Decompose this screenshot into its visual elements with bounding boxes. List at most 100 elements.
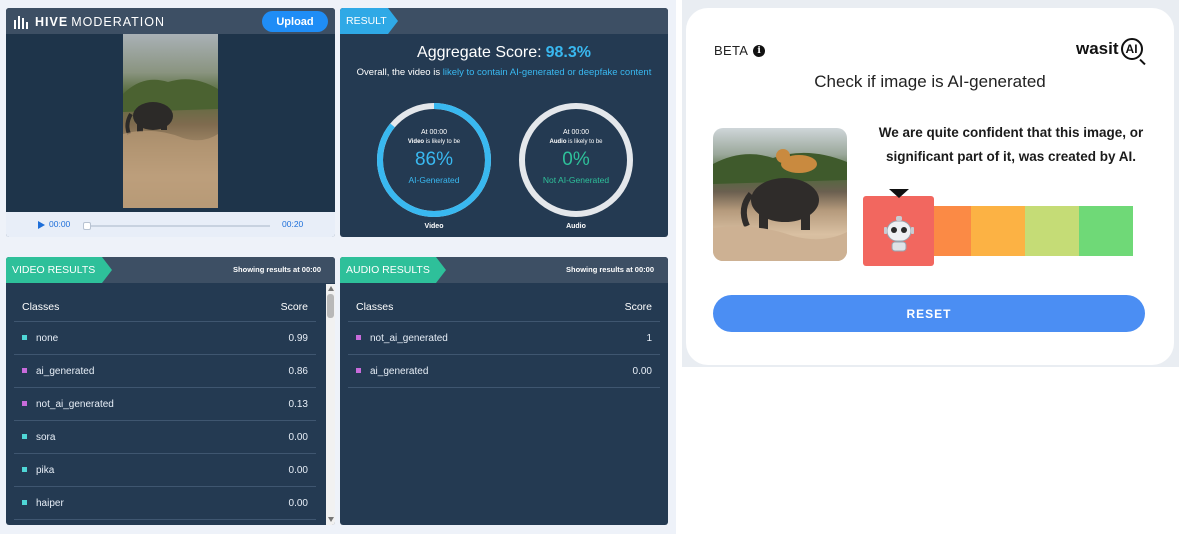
audio-gauge-time: At 00:00 (562, 129, 590, 136)
scale-segment (1079, 206, 1133, 256)
video-gauge-sub-bold: Video (407, 139, 425, 145)
table-header: Classes Score (348, 294, 660, 322)
result-tag: RESULT (340, 8, 398, 34)
header-score: Score (280, 301, 308, 313)
elephant-scene-image (123, 79, 218, 208)
class-score: 0.00 (288, 465, 308, 476)
wasitai-title: Check if image is AI-generated (814, 72, 1046, 91)
class-name: ai_generated (36, 366, 95, 377)
video-gauge-sub-rest: is likely to be (425, 139, 461, 145)
video-gauge-caption: Video (424, 223, 444, 230)
table-row: not_ai_generated 1 (348, 322, 660, 355)
video-gauge-label: AI-Generated (408, 175, 460, 185)
beta-label: BETA i (714, 43, 766, 58)
class-name: not_ai_generated (370, 333, 448, 344)
video-results-table: Classes Score none 0.99 ai_generated 0.86 no… (14, 294, 316, 520)
audio-gauge-caption: Audio (566, 223, 586, 230)
info-icon[interactable]: i (753, 44, 766, 57)
table-row: ai_generated 0.00 (348, 355, 660, 388)
audio-gauge-sub-rest: is likely to be (568, 139, 603, 145)
description-prefix: Overall, the video is (356, 67, 441, 78)
table-row: haiper 0.00 (14, 487, 316, 520)
class-color-marker (22, 401, 27, 406)
audio-results-showing: Showing results at 00:00 (566, 265, 654, 274)
class-name: haiper (36, 498, 64, 509)
hive-moderation-app: HIVE MODERATION Upload 00:00 00:20 RESUL… (0, 0, 676, 534)
class-score: 1 (646, 333, 652, 344)
header-classes: Classes (356, 301, 394, 313)
current-time: 00:00 (49, 219, 71, 229)
screenshot-root: HIVE MODERATION Upload 00:00 00:20 RESUL… (0, 0, 1189, 534)
wasitai-card: BETA i wasit AI Check if image is AI-gen… (686, 8, 1174, 365)
audio-results-table: Classes Score not_ai_generated 1 ai_genera… (348, 294, 660, 388)
table-row: sora 0.00 (14, 421, 316, 454)
description-highlight: likely to contain AI-generated or deepfa… (442, 67, 652, 78)
scroll-thumb[interactable] (327, 294, 334, 318)
duration-time: 00:20 (282, 219, 304, 229)
video-gauge-time: At 00:00 (420, 129, 448, 136)
wasitai-logo: wasit AI (1076, 38, 1143, 60)
aggregate-description: Overall, the video is likely to contain … (350, 66, 658, 80)
audio-gauge-sub-bold: Audio (549, 139, 567, 145)
video-gauge-subtitle: Video is likely to be (375, 139, 493, 145)
class-name: none (36, 333, 59, 344)
audio-gauge-percent: 0% (562, 149, 590, 170)
video-gauge-percent: 86% (414, 149, 454, 170)
seek-handle[interactable] (83, 222, 91, 230)
hive-bars-icon (14, 15, 28, 29)
brand-rest: MODERATION (71, 15, 165, 29)
video-viewport[interactable] (6, 34, 335, 212)
video-results-showing: Showing results at 00:00 (233, 265, 321, 274)
analyzed-image-thumbnail (713, 128, 847, 261)
reset-button[interactable]: RESET (713, 295, 1145, 332)
class-score: 0.13 (288, 399, 308, 410)
class-score: 0.00 (288, 432, 308, 443)
class-color-marker (22, 467, 27, 472)
video-frame-elephant (123, 34, 218, 208)
table-row: not_ai_generated 0.13 (14, 388, 316, 421)
class-color-marker (22, 500, 27, 505)
table-header: Classes Score (14, 294, 316, 322)
result-panel: RESULT Aggregate Score: 98.3% Overall, th… (340, 8, 668, 237)
video-results-tag: VIDEO RESULTS (6, 257, 112, 283)
logo-text: wasit (1076, 39, 1119, 58)
scroll-up-icon[interactable] (328, 286, 334, 291)
class-score: 0.00 (632, 366, 652, 377)
audio-gauge-label: Not AI-Generated (542, 175, 610, 185)
class-color-marker (356, 368, 361, 373)
scroll-down-icon[interactable] (328, 517, 334, 522)
class-color-marker (22, 368, 27, 373)
audio-gauge: At 00:00 Audio is likely to be 0% Not AI… (517, 101, 635, 230)
aggregate-label: Aggregate Score: (417, 44, 542, 61)
class-color-marker (22, 434, 27, 439)
table-row: ai_generated 0.86 (14, 355, 316, 388)
class-color-marker (22, 335, 27, 340)
audio-results-tag: AUDIO RESULTS (340, 257, 446, 283)
robot-icon (884, 216, 914, 252)
seek-bar[interactable] (83, 222, 270, 230)
audio-results-panel: AUDIO RESULTS Showing results at 00:00 C… (340, 257, 668, 525)
class-score: 0.00 (288, 498, 308, 509)
class-name: ai_generated (370, 366, 429, 377)
class-score: 0.99 (288, 333, 308, 344)
beta-text: BETA (714, 43, 749, 58)
elephant-tiger-image (713, 149, 847, 261)
play-icon[interactable] (38, 221, 45, 229)
scale-segment (971, 206, 1025, 256)
aggregate-value: 98.3% (545, 44, 591, 61)
video-controls: 00:00 00:20 (6, 212, 335, 237)
class-name: sora (36, 432, 56, 443)
logo-ai-magnifier-icon: AI (1120, 38, 1143, 60)
class-score: 0.86 (288, 366, 308, 377)
confidence-message: We are quite confident that this image, … (878, 125, 1144, 164)
video-results-panel: VIDEO RESULTS Showing results at 00:00 C… (6, 257, 335, 525)
class-name: pika (36, 465, 55, 476)
table-row: none 0.99 (14, 322, 316, 355)
upload-button[interactable]: Upload (262, 11, 328, 32)
class-name: not_ai_generated (36, 399, 114, 410)
class-color-marker (356, 335, 361, 340)
video-results-scrollbar[interactable] (326, 284, 335, 525)
header-classes: Classes (22, 301, 60, 313)
scale-pointer-icon (889, 189, 909, 198)
header-score: Score (624, 301, 652, 313)
